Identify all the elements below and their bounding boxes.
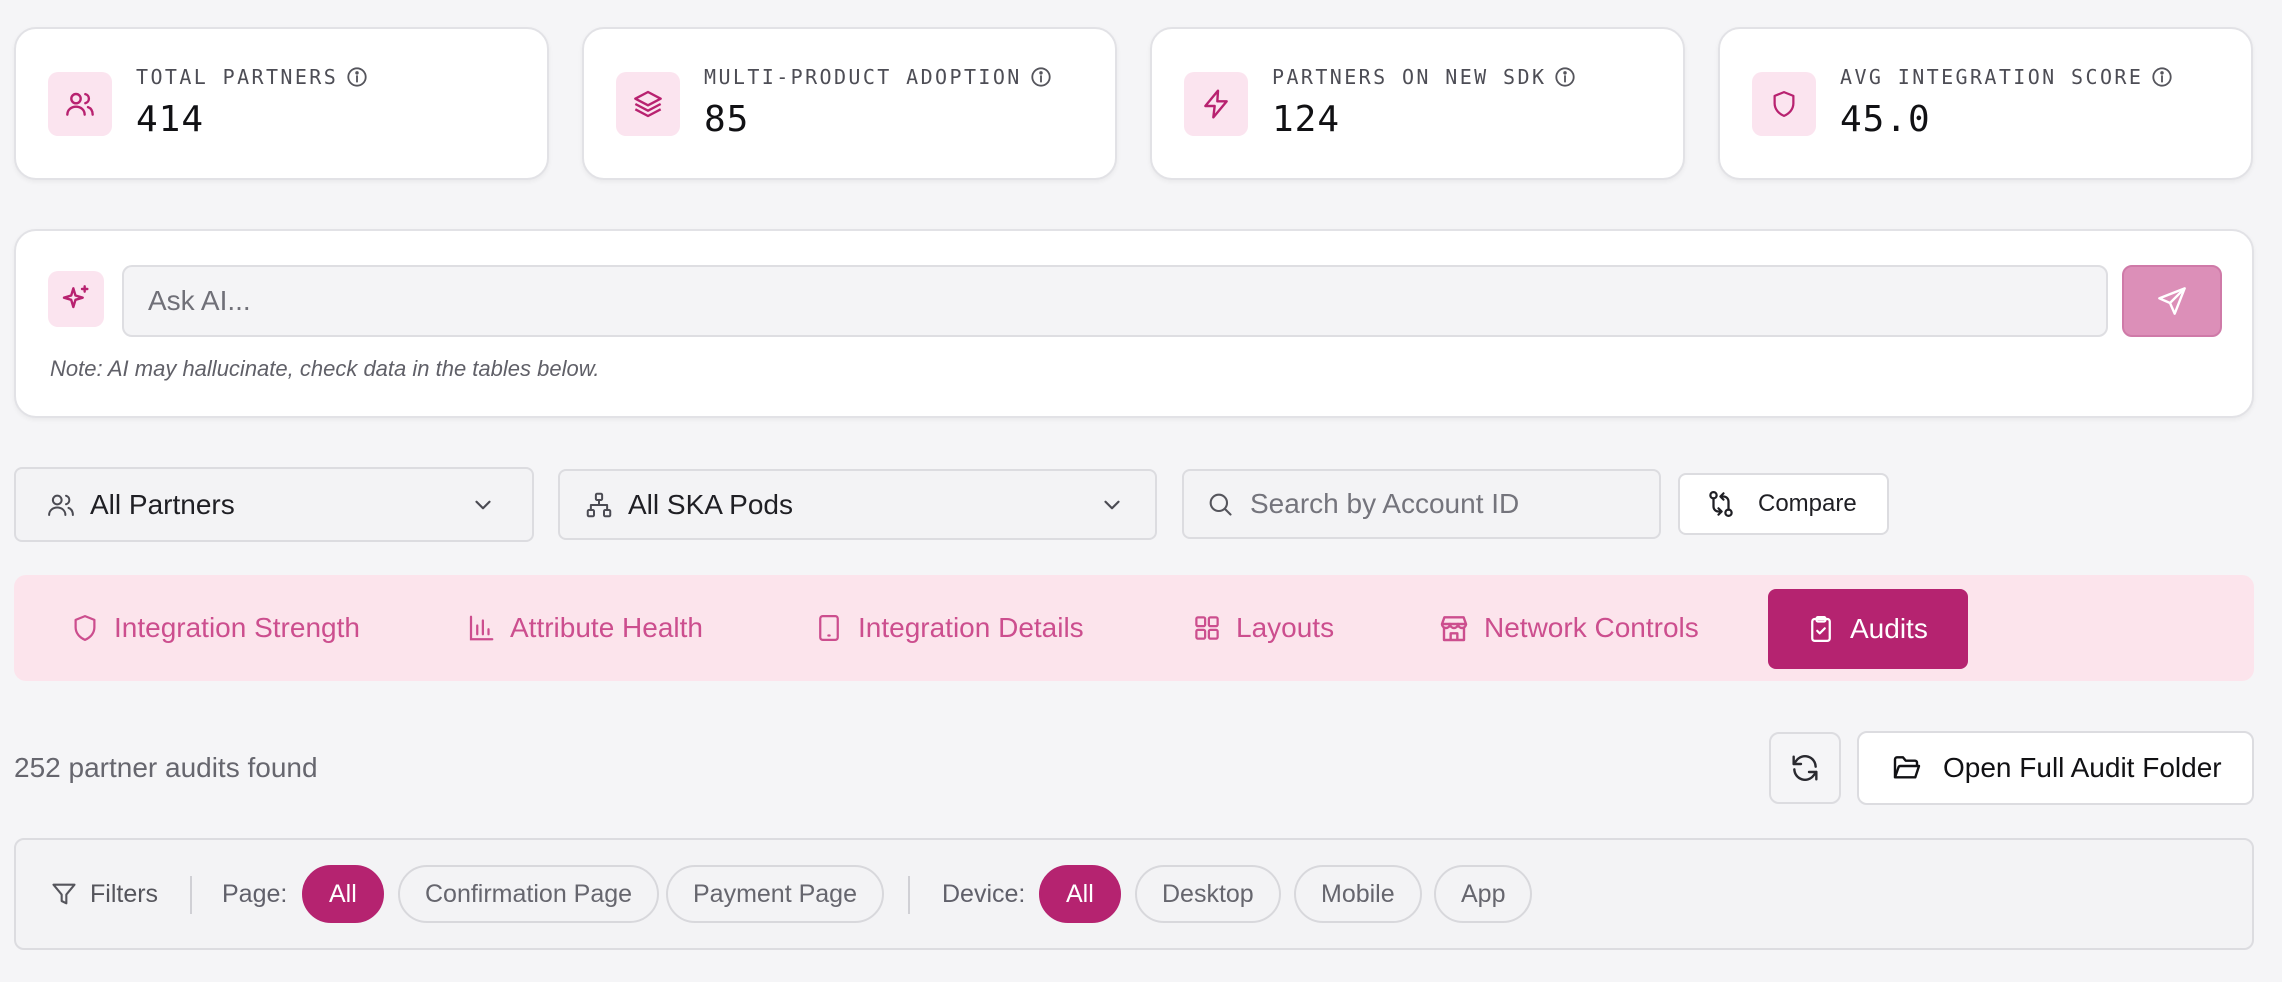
ska-pods-select[interactable]: All SKA Pods: [558, 469, 1157, 540]
page-chip-payment-page[interactable]: Payment Page: [666, 865, 884, 923]
info-icon[interactable]: [2151, 66, 2173, 88]
tab-label: Audits: [1850, 613, 1928, 644]
refresh-icon: [1792, 755, 1818, 781]
ask-ai-input[interactable]: [122, 265, 2108, 337]
send-button[interactable]: [2122, 265, 2222, 337]
chevron-down-icon: [470, 492, 496, 518]
audit-filter-bar: Filters Page: All Confirmation Page Paym…: [14, 838, 2254, 950]
stat-label: AVG INTEGRATION SCORE: [1840, 65, 2144, 89]
device-chip-app[interactable]: App: [1434, 865, 1533, 923]
tablet-icon: [814, 613, 844, 643]
stat-value: 45.0: [1840, 99, 1931, 140]
divider: [908, 876, 910, 914]
search-icon: [1206, 490, 1234, 518]
account-id-search-input[interactable]: [1250, 488, 1630, 520]
stat-value: 124: [1272, 99, 1341, 140]
tab-attribute-health[interactable]: Attribute Health: [466, 575, 703, 681]
zap-icon: [1184, 72, 1248, 136]
ai-disclaimer-note: Note: AI may hallucinate, check data in …: [50, 356, 600, 381]
stat-value: 85: [704, 99, 750, 140]
tab-bar: Integration Strength Attribute Health In…: [14, 575, 2254, 681]
page-chip-all[interactable]: All: [302, 865, 384, 923]
folder-open-icon: [1891, 752, 1923, 784]
device-chip-mobile[interactable]: Mobile: [1294, 865, 1422, 923]
users-icon: [48, 72, 112, 136]
store-icon: [1438, 612, 1470, 644]
info-icon[interactable]: [346, 66, 368, 88]
stat-card-total-partners: TOTAL PARTNERS 414: [14, 27, 549, 180]
tab-label: Network Controls: [1484, 612, 1699, 643]
stats-row: TOTAL PARTNERS 414 MULTI-PRODUCT ADOPTIO…: [14, 27, 2254, 180]
clipboard-check-icon: [1806, 614, 1836, 644]
info-icon[interactable]: [1030, 66, 1052, 88]
compare-button[interactable]: Compare: [1678, 473, 1889, 535]
account-search: [1182, 469, 1661, 539]
stat-card-multi-product-adoption: MULTI-PRODUCT ADOPTION 85: [582, 27, 1117, 180]
tab-label: Attribute Health: [510, 612, 703, 643]
tab-label: Layouts: [1236, 612, 1335, 643]
layers-icon: [616, 72, 680, 136]
bar-chart-icon: [466, 613, 496, 643]
tab-label: Integration Strength: [114, 612, 360, 643]
tab-label: Integration Details: [858, 612, 1084, 643]
filter-icon: [50, 880, 78, 908]
tab-network-controls[interactable]: Network Controls: [1438, 575, 1699, 681]
tab-layouts[interactable]: Layouts: [1192, 575, 1334, 681]
sparkles-icon: [48, 271, 104, 327]
send-icon: [2158, 287, 2186, 315]
stat-label: MULTI-PRODUCT ADOPTION: [704, 65, 1022, 89]
stat-label: PARTNERS ON NEW SDK: [1272, 65, 1547, 89]
ska-pods-select-value: All SKA Pods: [628, 488, 793, 520]
filters-text: Filters: [90, 879, 159, 908]
chevron-down-icon: [1099, 492, 1125, 518]
divider: [190, 876, 192, 914]
results-count: 252 partner audits found: [14, 752, 318, 783]
device-chip-desktop[interactable]: Desktop: [1135, 865, 1281, 923]
partners-select-value: All Partners: [90, 488, 235, 520]
shield-icon: [1752, 72, 1816, 136]
stat-card-partners-on-new-sdk: PARTNERS ON NEW SDK 124: [1150, 27, 1685, 180]
stat-card-avg-integration-score: AVG INTEGRATION SCORE 45.0: [1718, 27, 2253, 180]
tab-integration-strength[interactable]: Integration Strength: [70, 575, 360, 681]
tab-integration-details[interactable]: Integration Details: [814, 575, 1084, 681]
device-filter-label: Device:: [942, 879, 1026, 908]
shield-icon: [70, 613, 100, 643]
info-icon[interactable]: [1554, 66, 1576, 88]
refresh-button[interactable]: [1769, 732, 1841, 804]
ai-ask-card: Note: AI may hallucinate, check data in …: [14, 229, 2254, 418]
tab-audits[interactable]: Audits: [1768, 589, 1968, 669]
open-audit-folder-button[interactable]: Open Full Audit Folder: [1857, 731, 2254, 805]
stat-label: TOTAL PARTNERS: [136, 65, 339, 89]
filters-label: Filters: [50, 840, 158, 948]
partners-select[interactable]: All Partners: [14, 467, 534, 542]
grid-icon: [1192, 613, 1222, 643]
page-chip-confirmation-page[interactable]: Confirmation Page: [398, 865, 660, 923]
sitemap-icon: [584, 490, 614, 520]
compare-arrows-icon: [1706, 489, 1736, 519]
stat-value: 414: [136, 99, 205, 140]
device-chip-all[interactable]: All: [1039, 865, 1121, 923]
compare-label: Compare: [1758, 490, 1857, 517]
users-icon: [46, 490, 76, 520]
page-filter-label: Page:: [222, 879, 288, 908]
open-audit-folder-label: Open Full Audit Folder: [1943, 752, 2222, 783]
